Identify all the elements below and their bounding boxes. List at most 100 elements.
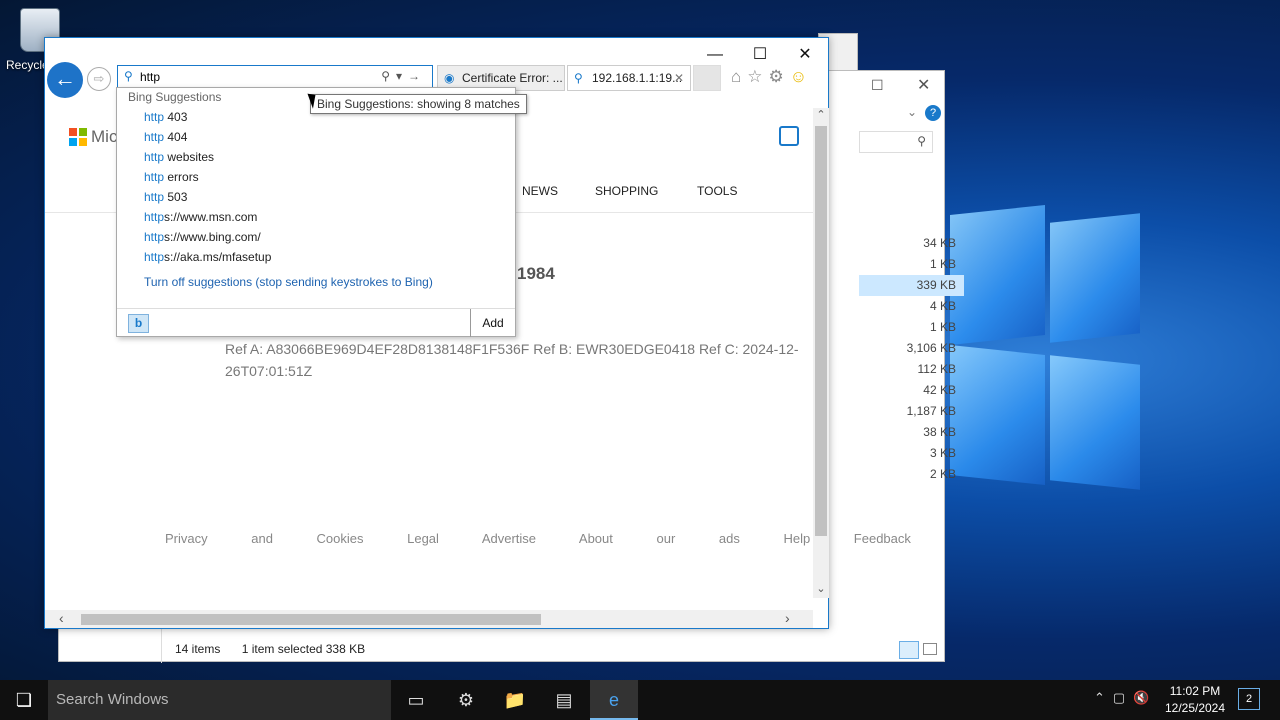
explorer-search-input[interactable]: ⚲ (859, 131, 933, 153)
search-icon: ⚲ (917, 134, 926, 148)
suggestion-rest: 404 (164, 130, 188, 144)
file-explorer-icon[interactable]: 📁 (491, 680, 539, 720)
system-tray[interactable]: ⌃▢🔇 (1094, 690, 1157, 706)
file-size-cell[interactable]: 38 KB (859, 422, 964, 443)
close-icon[interactable]: ✕ (917, 75, 930, 95)
scroll-thumb[interactable] (81, 614, 541, 625)
help-icon[interactable]: ? (925, 105, 941, 121)
chevron-down-icon[interactable]: ⌄ (907, 105, 917, 119)
vertical-scrollbar[interactable]: ⌃ ⌄ (813, 108, 829, 598)
brand-text: Mic (91, 127, 118, 146)
volume-muted-icon[interactable]: 🔇 (1133, 690, 1157, 705)
details-view-icon[interactable] (899, 641, 919, 659)
suggestion-match: http (144, 250, 165, 264)
gear-icon[interactable]: ⚙ (769, 67, 790, 86)
suggestion-match: http (144, 210, 165, 224)
visual-search-icon[interactable] (779, 126, 799, 146)
suggestion-item[interactable]: http errors (144, 167, 199, 187)
clock-date: 12/25/2024 (1164, 701, 1226, 715)
suggestion-match: http (144, 110, 165, 124)
action-center-icon[interactable]: 2 (1238, 688, 1260, 710)
dropdown-footer: b Add (117, 308, 515, 337)
server-manager-icon[interactable]: ▤ (540, 680, 588, 720)
bing-icon[interactable]: b (128, 314, 149, 333)
suggestions-tooltip: Bing Suggestions: showing 8 matches (310, 94, 527, 114)
search-icon: ⚲ (574, 71, 583, 85)
forward-button[interactable]: ⇨ (87, 67, 111, 91)
suggestion-rest: s://aka.ms/mfasetup (164, 250, 272, 264)
suggestion-match: http (144, 150, 165, 164)
item-count: 14 items (175, 642, 221, 656)
suggestion-item[interactable]: https://www.bing.com/ (144, 227, 261, 247)
suggestions-header: Bing Suggestions (128, 90, 222, 104)
nav-news[interactable]: NEWS (522, 184, 558, 198)
nav-tools[interactable]: TOOLS (697, 184, 737, 198)
task-view-icon[interactable]: ▭ (392, 680, 440, 720)
scroll-thumb[interactable] (815, 126, 827, 536)
file-size-cell[interactable]: 1,187 KB (859, 401, 964, 422)
suggestion-match: http (144, 130, 165, 144)
file-size-cell[interactable]: 1 KB (859, 254, 964, 275)
address-bar[interactable]: ⚲ ⚲▾→ (117, 65, 433, 89)
file-size-cell[interactable]: 42 KB (859, 380, 964, 401)
new-tab-button[interactable] (693, 65, 721, 91)
address-input[interactable] (140, 68, 360, 86)
scroll-up-icon[interactable]: ⌃ (813, 108, 829, 121)
tab-label: 192.168.1.1:19... (592, 71, 683, 85)
file-size-cell[interactable]: 2 KB (859, 464, 964, 485)
feedback-smiley-icon[interactable]: ☺ (790, 67, 813, 86)
suggestion-rest: websites (164, 150, 215, 164)
back-button[interactable]: ← (47, 62, 83, 98)
suggestion-item[interactable]: http websites (144, 147, 214, 167)
suggestion-item[interactable]: https://aka.ms/mfasetup (144, 247, 271, 267)
page-footer-links[interactable]: Privacy and Cookies Legal Advertise Abou… (165, 531, 911, 546)
tab-label: Certificate Error: ... (462, 71, 563, 85)
chevron-up-icon[interactable]: ⌃ (1094, 690, 1113, 705)
windows-logo-wallpaper (940, 205, 1140, 510)
internet-explorer-icon[interactable]: e (590, 680, 638, 720)
taskbar-search-box[interactable]: Search Windows (48, 680, 391, 720)
tab-close-icon[interactable]: ✕ (674, 66, 684, 90)
suggestion-item[interactable]: http 404 (144, 127, 187, 147)
maximize-icon[interactable]: ☐ (871, 77, 884, 94)
file-size-cell[interactable]: 339 KB (859, 275, 964, 296)
file-size-cell[interactable]: 4 KB (859, 296, 964, 317)
suggestion-item[interactable]: https://www.msn.com (144, 207, 257, 227)
home-icon[interactable]: ⌂ (731, 67, 747, 86)
clock-time: 11:02 PM (1169, 684, 1221, 698)
scroll-right-icon[interactable]: › (785, 610, 790, 626)
file-size-cell[interactable]: 3 KB (859, 443, 964, 464)
nav-shopping[interactable]: SHOPPING (595, 184, 658, 198)
suggestion-match: http (144, 230, 165, 244)
scroll-left-icon[interactable]: ‹ (59, 610, 64, 626)
suggestion-rest: errors (164, 170, 199, 184)
horizontal-scrollbar[interactable]: ‹ › (45, 610, 813, 628)
suggestion-rest: 403 (164, 110, 188, 124)
turn-off-suggestions-link[interactable]: Turn off suggestions (stop sending keyst… (144, 275, 433, 289)
suggestion-item[interactable]: http 403 (144, 107, 187, 127)
page-heading: 1984 (517, 264, 555, 283)
file-size-cell[interactable]: 3,106 KB (859, 338, 964, 359)
tiles-view-icon[interactable] (923, 643, 937, 655)
settings-gear-icon[interactable]: ⚙ (442, 680, 490, 720)
scroll-down-icon[interactable]: ⌄ (813, 582, 829, 595)
favorites-star-icon[interactable]: ☆ (747, 67, 768, 86)
suggestion-rest: s://www.msn.com (164, 210, 258, 224)
windows-start-icon[interactable]: ❏ (0, 680, 48, 720)
add-search-provider-button[interactable]: Add (470, 309, 515, 337)
suggestion-match: http (144, 170, 165, 184)
network-icon[interactable]: ▢ (1113, 690, 1133, 705)
microsoft-logo-icon (69, 128, 87, 146)
clock[interactable]: 11:02 PM 12/25/2024 (1164, 683, 1226, 717)
toolbar-icons: ⌂☆⚙☺ (731, 67, 813, 87)
suggestion-item[interactable]: http 503 (144, 187, 187, 207)
file-size-cell[interactable]: 34 KB (859, 233, 964, 254)
address-tools[interactable]: ⚲▾→ (381, 69, 426, 83)
file-size-cell[interactable]: 1 KB (859, 317, 964, 338)
suggestion-match: http (144, 190, 165, 204)
tab-192-168-1-1[interactable]: ⚲ 192.168.1.1:19... ✕ (567, 65, 691, 91)
file-size-cell[interactable]: 112 KB (859, 359, 964, 380)
address-suggestions-dropdown: Bing Suggestions http 403 http 404 http we… (116, 87, 516, 337)
suggestion-rest: s://www.bing.com/ (164, 230, 261, 244)
suggestion-rest: 503 (164, 190, 188, 204)
